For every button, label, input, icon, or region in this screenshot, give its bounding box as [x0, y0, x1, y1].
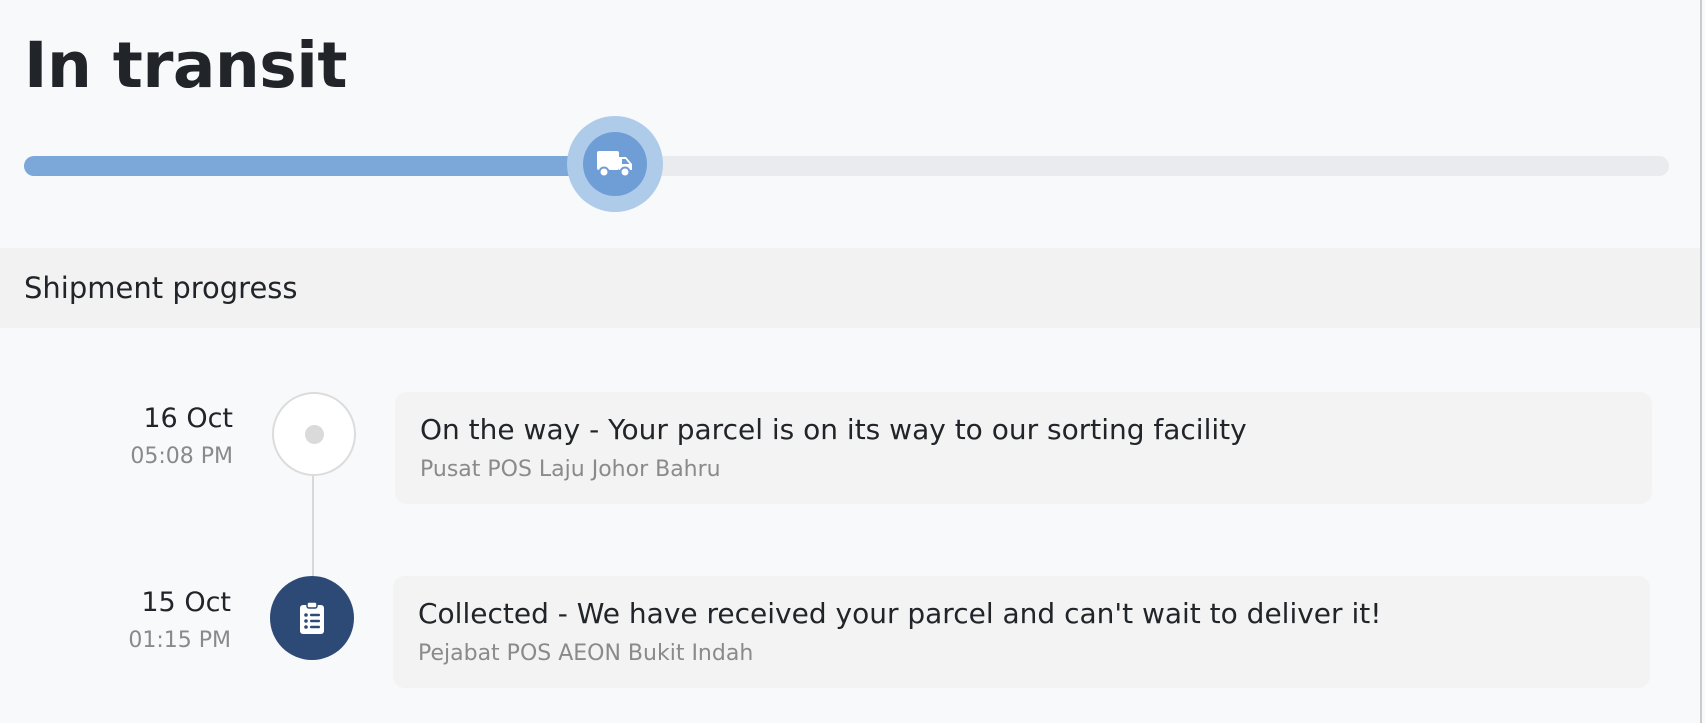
event-card: On the way - Your parcel is on its way t… [395, 392, 1652, 504]
progress-marker-inner [583, 132, 647, 196]
event-date: 16 Oct [143, 403, 233, 434]
tracking-page: In transit Shipment progress 16 Oct 05:0… [0, 0, 1705, 723]
event-description: On the way - Your parcel is on its way t… [420, 413, 1247, 446]
page-edge-divider [1700, 0, 1702, 723]
truck-icon [597, 151, 632, 178]
timeline-node-pending [272, 392, 356, 476]
event-card: Collected - We have received your parcel… [393, 576, 1650, 688]
timeline-event: 15 Oct 01:15 PM Collected - We have rece… [0, 576, 1700, 692]
shipment-progress-header: Shipment progress [0, 248, 1700, 328]
event-location: Pejabat POS AEON Bukit Indah [418, 641, 754, 666]
timeline-node-done [270, 576, 354, 660]
dot-icon [304, 424, 324, 444]
event-time: 01:15 PM [128, 628, 231, 653]
event-description: Collected - We have received your parcel… [418, 597, 1382, 630]
clipboard-list-icon [300, 601, 324, 634]
timeline-event: 16 Oct 05:08 PM On the way - Your parcel… [0, 392, 1700, 508]
event-date: 15 Oct [141, 587, 231, 618]
progress-marker [567, 116, 663, 212]
progress-track [24, 156, 1669, 176]
status-title: In transit [24, 29, 347, 102]
progress-fill [24, 156, 617, 176]
event-location: Pusat POS Laju Johor Bahru [420, 457, 721, 482]
event-time: 05:08 PM [130, 444, 233, 469]
section-title: Shipment progress [24, 271, 298, 305]
